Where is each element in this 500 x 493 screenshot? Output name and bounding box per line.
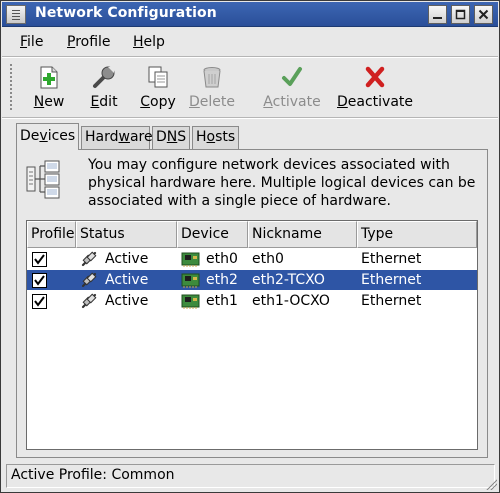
menu-profile[interactable]: Profile [67,34,111,50]
edit-label: Edit [90,94,118,110]
resize-grip[interactable] [485,478,497,490]
profile-checkbox[interactable] [32,294,47,309]
tab-hosts[interactable]: Hosts [192,126,239,149]
active-status-icon [80,292,99,310]
new-label: New [33,94,65,110]
nickname-cell: eth1-OCXO [252,293,330,309]
status-cell: Active [105,251,149,267]
new-icon [40,66,58,89]
device-cell: eth2 [206,272,238,288]
table-header: Profile Status Device Nickname Type [27,221,477,248]
toolbar-grip[interactable] [9,63,14,111]
minimize-icon [433,17,442,19]
column-header-device[interactable]: Device [177,221,248,248]
window-title: Network Configuration [35,5,217,21]
status-cell: Active [105,293,149,309]
delete-label: Delete [189,94,235,110]
status-bar: Active Profile: Common [6,464,495,488]
nickname-cell: eth2-TCXO [252,272,325,288]
toolbar-separator [2,117,498,119]
network-card-icon [181,251,200,268]
active-status-icon [80,271,99,289]
type-cell: Ethernet [361,293,422,309]
wrench-icon [93,66,115,88]
copy-button[interactable]: Copy [136,61,180,113]
table-row[interactable]: Active eth0 eth0 Ethernet [27,249,477,269]
title-bar[interactable]: Network Configuration [2,2,498,27]
close-icon [478,9,489,20]
activate-button[interactable]: Activate [260,61,324,113]
devices-panel: You may configure network devices associ… [16,149,488,458]
menu-bar: File Profile Help [2,28,498,56]
menu-help[interactable]: Help [133,34,165,50]
menu-file[interactable]: File [20,34,43,50]
copy-icon [148,66,168,88]
network-card-icon [181,293,200,310]
panel-description: You may configure network devices associ… [88,157,476,209]
close-button[interactable] [474,5,493,24]
type-cell: Ethernet [361,272,422,288]
devices-table: Profile Status Device Nickname Type Acti… [26,220,478,450]
edit-button[interactable]: Edit [84,61,124,113]
delete-button[interactable]: Delete [188,61,236,113]
new-button[interactable]: New [28,61,70,113]
column-header-nickname[interactable]: Nickname [248,221,357,248]
nickname-cell: eth0 [252,251,284,267]
maximize-button[interactable] [451,5,470,24]
table-row[interactable]: Active eth2 eth2-TCXO Ethernet [27,270,477,290]
network-card-icon [181,272,200,289]
activate-label: Activate [263,94,321,110]
maximize-icon [455,9,466,20]
column-header-status[interactable]: Status [76,221,177,248]
tab-hardware[interactable]: Hardware [81,126,153,149]
network-configuration-window: Network Configuration File Profile Help … [0,0,500,493]
active-profile-text: Active Profile: Common [11,467,175,483]
tab-dns[interactable]: DNS [152,126,190,149]
active-status-icon [80,250,99,268]
type-cell: Ethernet [361,251,422,267]
device-cell: eth1 [206,293,238,309]
profile-checkbox[interactable] [32,252,47,267]
copy-label: Copy [140,94,176,110]
deactivate-button[interactable]: Deactivate [337,61,413,113]
check-icon [282,67,302,86]
x-icon [365,66,385,88]
column-header-profile[interactable]: Profile [27,221,76,248]
profile-checkbox[interactable] [32,273,47,288]
minimize-button[interactable] [428,5,447,24]
trash-icon [203,67,221,88]
deactivate-label: Deactivate [337,94,414,110]
column-header-type[interactable]: Type [357,221,477,248]
menu-separator [2,56,498,58]
table-row[interactable]: Active eth1 eth1-OCXO Ethernet [27,291,477,311]
app-icon[interactable] [6,5,26,24]
tab-devices[interactable]: Devices [16,123,79,150]
status-cell: Active [105,272,149,288]
network-devices-icon [26,160,60,199]
device-cell: eth0 [206,251,238,267]
